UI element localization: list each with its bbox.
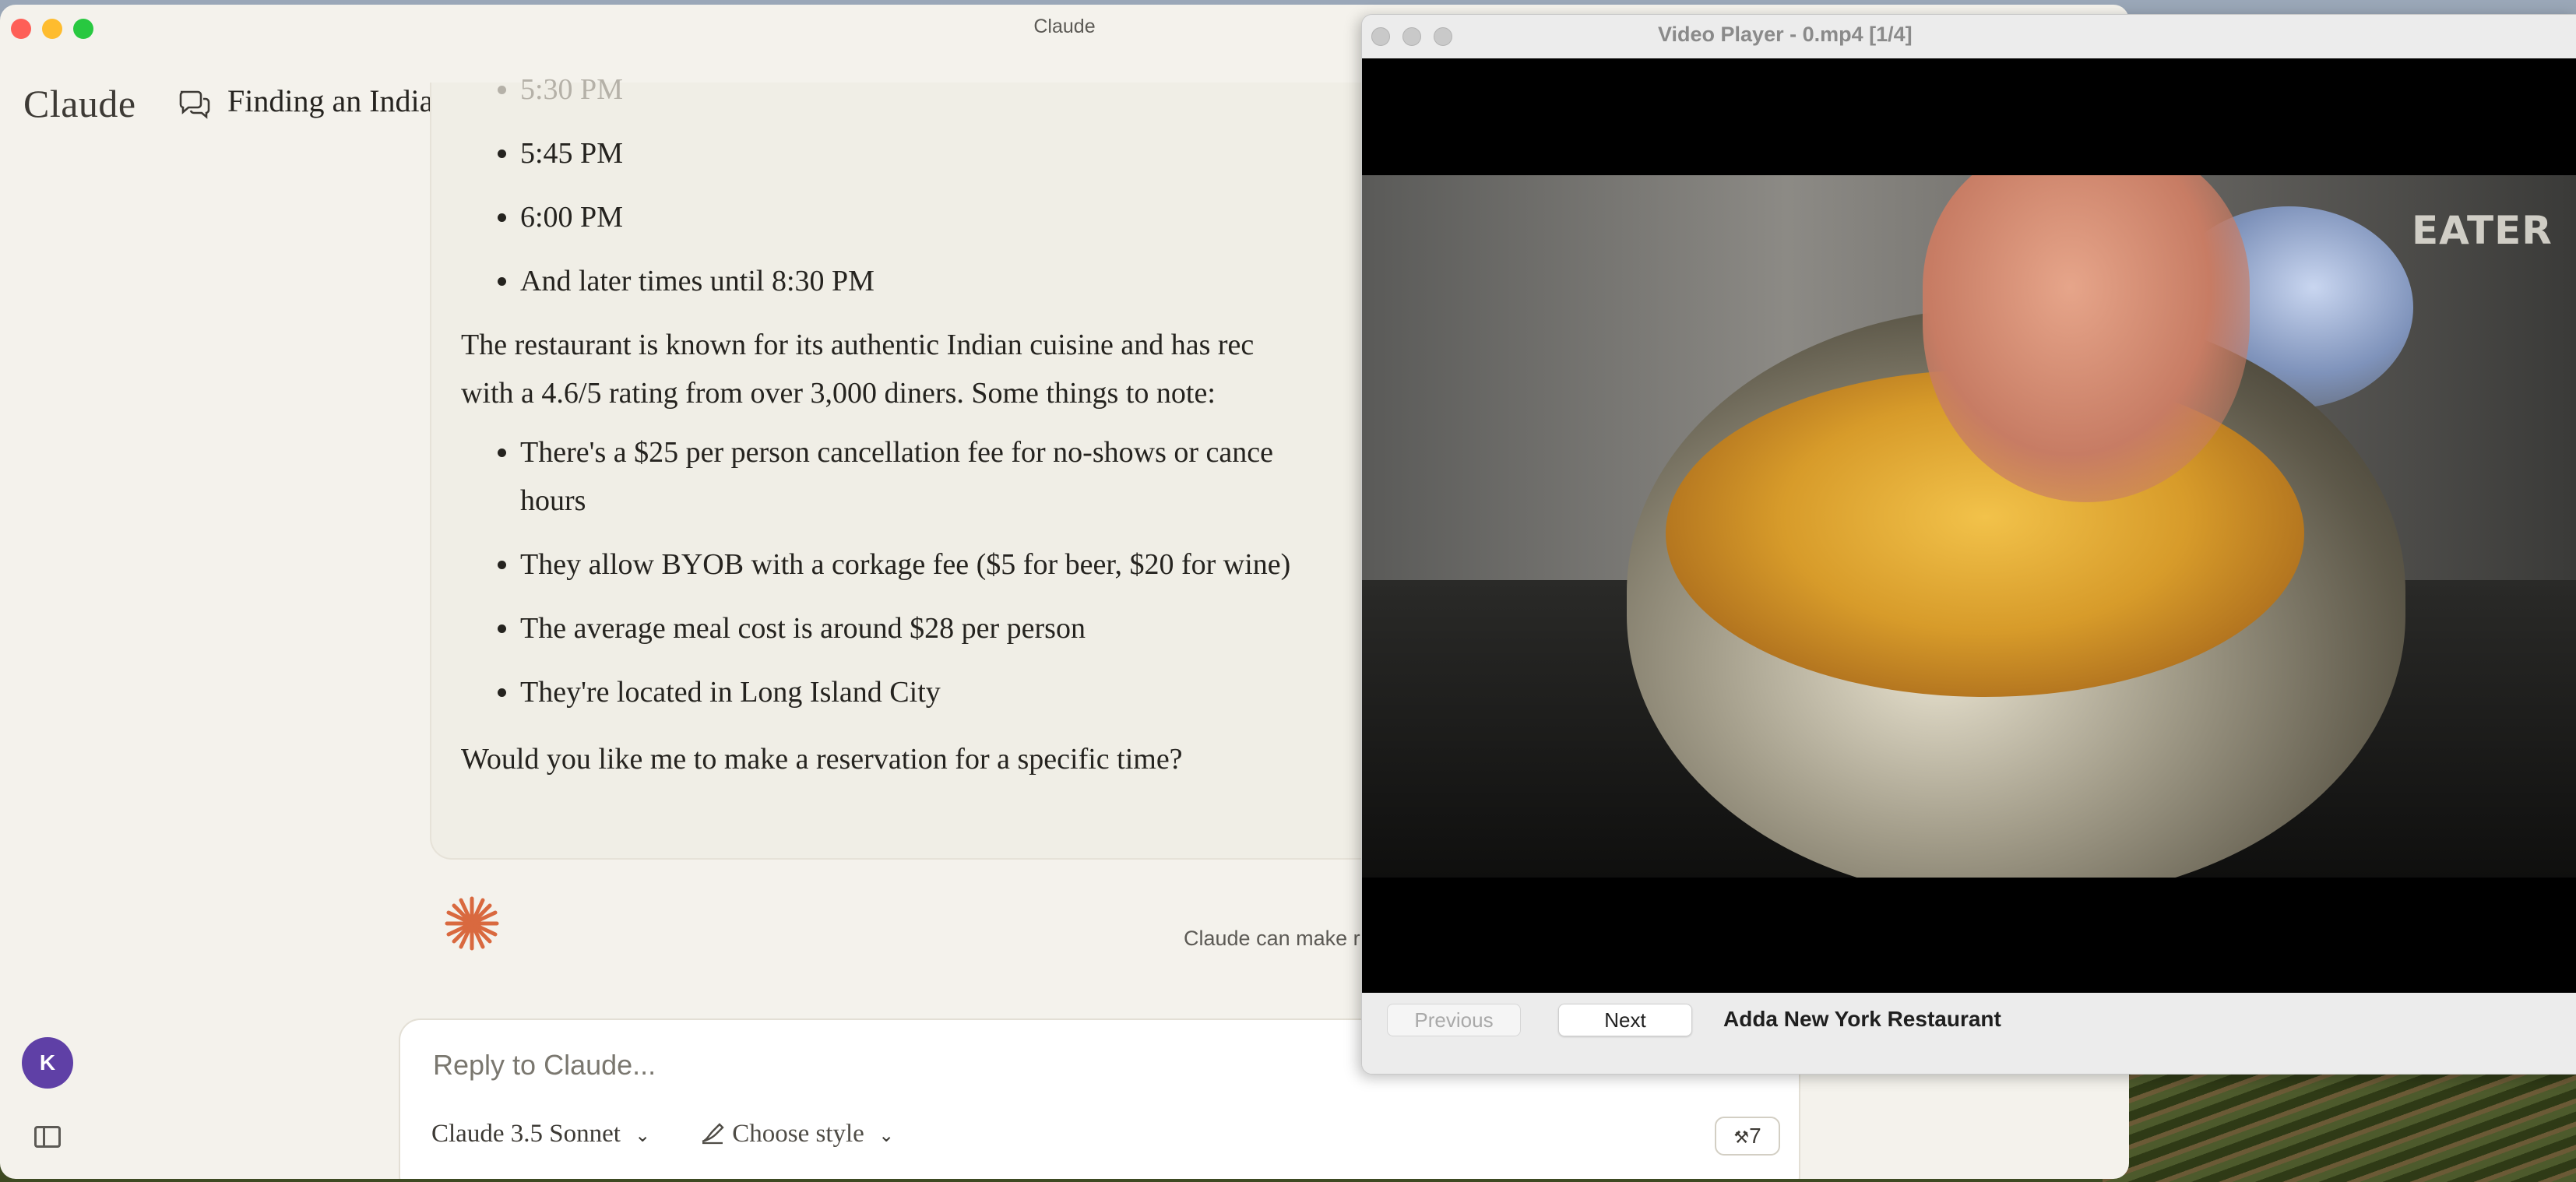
video-player-titlebar: Video Player - 0.mp4 [1/4] [1362, 15, 2576, 58]
disclaimer-text: Claude can make r [1184, 927, 1360, 950]
style-brush-icon [702, 1123, 724, 1145]
claude-asterisk-icon [445, 896, 499, 951]
video-caption: Adda New York Restaurant [1723, 1007, 2001, 1031]
model-selector[interactable]: Claude 3.5 Sonnet ⌄ [431, 1120, 650, 1149]
tools-button[interactable]: ⚒7 [1715, 1117, 1780, 1156]
tools-count: 7 [1749, 1124, 1761, 1148]
paragraph-line: with a 4.6/5 rating from over 3,000 dine… [461, 377, 1216, 410]
sidebar-toggle-icon[interactable] [34, 1126, 61, 1148]
close-window-button[interactable] [1371, 27, 1390, 46]
chevron-down-icon: ⌄ [878, 1124, 895, 1146]
avatar[interactable]: K [22, 1037, 73, 1089]
assistant-message: 5:30 PM 5:45 PM 6:00 PM And later times … [430, 73, 1523, 860]
video-watermark: EATER [2412, 208, 2553, 253]
chevron-down-icon: ⌄ [635, 1124, 651, 1146]
video-player-window: Video Player - 0.mp4 [1/4] EATER Previou… [1361, 14, 2576, 1075]
minimize-window-button[interactable] [1402, 27, 1421, 46]
previous-button[interactable]: Previous [1387, 1004, 1521, 1036]
style-selector[interactable]: Choose style ⌄ [699, 1120, 894, 1149]
claude-logo[interactable]: Claude [23, 81, 136, 126]
model-brand: Claude [431, 1120, 505, 1148]
video-frame: EATER [1362, 175, 2576, 878]
style-label: Choose style [732, 1120, 864, 1148]
next-button[interactable]: Next [1558, 1004, 1692, 1036]
video-screen[interactable]: EATER [1362, 58, 2576, 993]
video-player-title: Video Player - 0.mp4 [1/4] [1658, 23, 1913, 46]
wallpaper-vineyard [2103, 1067, 2576, 1182]
video-controls: Previous Next Adda New York Restaurant [1362, 993, 2576, 1074]
note-line: hours [520, 484, 586, 517]
model-version: 3.5 Sonnet [510, 1120, 621, 1148]
paragraph-line: The restaurant is known for its authenti… [461, 329, 1255, 361]
chat-bubbles-icon [179, 90, 210, 119]
tools-icon: ⚒ [1733, 1128, 1750, 1148]
zoom-window-button[interactable] [1434, 27, 1452, 46]
note-line: There's a $25 per person cancellation fe… [520, 436, 1273, 469]
